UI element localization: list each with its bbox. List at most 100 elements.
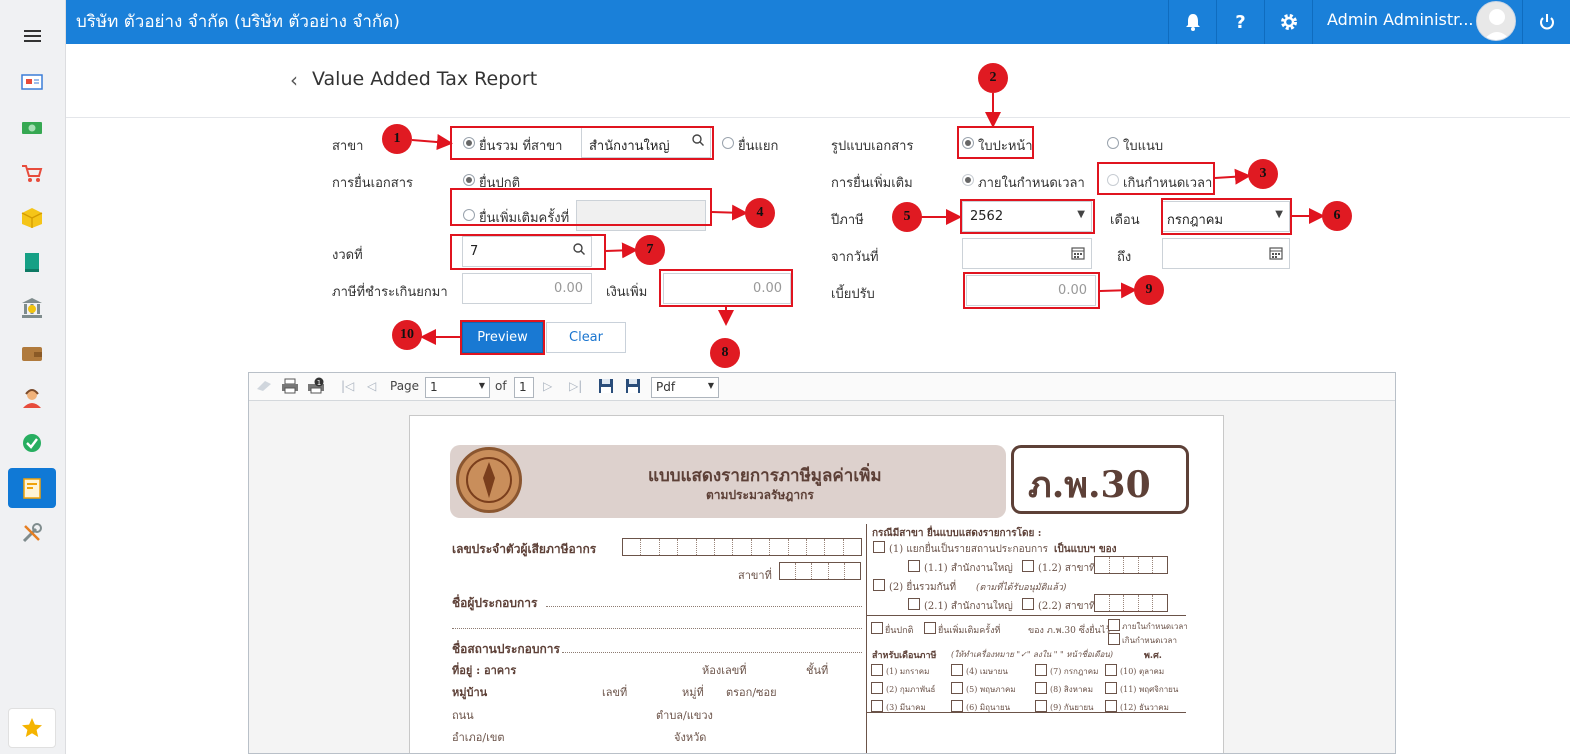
branch-case-label: กรณีมีสาขา ยื่นแบบแสดงรายการโดย : [872, 528, 1042, 539]
svg-text:1: 1 [317, 379, 321, 387]
on-time: ภายในกำหนดเวลา [1122, 622, 1188, 631]
moo-label: หมู่ที่ [682, 686, 704, 699]
column-divider [866, 524, 867, 753]
branch-boxes [1094, 556, 1168, 574]
toggle-sidebar-icon[interactable] [255, 379, 273, 396]
revenue-dept-seal [456, 447, 522, 513]
option-2-1: (2.1) สำนักงานใหญ่ [924, 601, 1013, 612]
export-format-value: Pdf [656, 380, 676, 394]
option-1b: เป็นแบบฯ ของ [1054, 544, 1117, 555]
checkbox [1108, 619, 1120, 631]
page-number-select[interactable]: 1 ▼ [425, 377, 490, 398]
section-divider [866, 615, 1186, 616]
month-checkbox [871, 700, 883, 712]
report-viewer: 1 |◁ ◁ Page 1 ▼ of 1 ▷ ▷| Pdf ▼ แบบแสดงร… [248, 372, 1396, 754]
save-icon[interactable] [598, 378, 614, 397]
tin-label: เลขประจำตัวผู้เสียภาษีอากร [452, 542, 597, 556]
branch-no-label: สาขาที่ [738, 569, 772, 582]
checkbox [1108, 633, 1120, 645]
month-option: (2) กุมภาพันธ์ [886, 685, 936, 694]
annotation-marker-6: 6 [1322, 201, 1352, 231]
total-pages-value: 1 [519, 380, 527, 394]
tin-boxes [622, 538, 862, 556]
month-option: (4) เมษายน [966, 667, 1008, 676]
month-checkbox [1105, 700, 1117, 712]
month-checkbox [951, 682, 963, 694]
month-checkbox [1105, 664, 1117, 676]
checkbox [873, 579, 885, 591]
first-page-icon[interactable]: |◁ [341, 379, 354, 393]
district-label: อำเภอ/เขต [452, 731, 505, 744]
print-icon[interactable] [281, 378, 299, 397]
export-format-select[interactable]: Pdf ▼ [651, 377, 719, 398]
form-code: ภ.พ.30 [1028, 464, 1151, 506]
option-1-2: (1.2) สาขาที่ [1038, 563, 1096, 574]
report-page-preview: แบบแสดงรายการภาษีมูลค่าเพิ่ม ตามประมวลรั… [409, 415, 1224, 753]
option-2b: (ตามที่ได้รับอนุมัติแล้ว) [976, 583, 1067, 593]
checkbox [908, 560, 920, 572]
annotation-marker-8: 8 [710, 338, 740, 368]
total-pages: 1 [514, 377, 534, 398]
road-label: ถนน [452, 709, 474, 722]
checkbox [1022, 560, 1034, 572]
month-checkbox [871, 682, 883, 694]
extra-filing: ยื่นเพิ่มเติมครั้งที่ [938, 626, 1001, 636]
checkbox [1022, 598, 1034, 610]
branch-boxes [1094, 594, 1168, 612]
checkbox [871, 622, 883, 634]
month-checkbox [951, 700, 963, 712]
operator-label: ชื่อผู้ประกอบการ [452, 596, 538, 610]
be-label: พ.ศ. [1144, 651, 1162, 661]
annotation-marker-9: 9 [1134, 275, 1164, 305]
option-2-2: (2.2) สาขาที่ [1038, 601, 1096, 612]
dotted-line [452, 628, 862, 629]
section-divider [866, 712, 1186, 713]
month-option: (1) มกราคม [886, 667, 930, 676]
mark-hint: (ให้ทำเครื่องหมาย "✓" ลงใน " " หน้าชื่อเ… [951, 650, 1113, 659]
report-heading: แบบแสดงรายการภาษีมูลค่าเพิ่ม [648, 466, 882, 486]
normal-filing: ยื่นปกติ [885, 626, 914, 636]
option-1: (1) แยกยื่นเป็นรายสถานประกอบการ [889, 544, 1048, 555]
month-option: (11) พฤศจิกายน [1120, 685, 1179, 694]
last-page-icon[interactable]: ▷| [569, 379, 582, 393]
month-option: (8) สิงหาคม [1050, 685, 1094, 694]
room-label: ห้องเลขที่ [702, 664, 747, 677]
checkbox [873, 541, 885, 553]
prev-page-icon[interactable]: ◁ [367, 379, 376, 393]
soi-label: ตรอก/ซอย [726, 686, 777, 699]
next-page-icon[interactable]: ▷ [543, 379, 552, 393]
annotation-marker-10: 10 [392, 320, 422, 350]
dotted-line [546, 606, 862, 607]
annotation-marker-3: 3 [1248, 159, 1278, 189]
annotation-marker-2: 2 [978, 63, 1008, 93]
month-checkbox [1035, 700, 1047, 712]
page-label: Page [390, 379, 420, 393]
page-number-value: 1 [430, 380, 438, 394]
annotation-marker-1: 1 [382, 124, 412, 154]
annotation-marker-5: 5 [892, 202, 922, 232]
viewer-toolbar: 1 |◁ ◁ Page 1 ▼ of 1 ▷ ▷| Pdf ▼ [249, 373, 1395, 401]
establishment-label: ชื่อสถานประกอบการ [452, 642, 560, 656]
annotation-marker-7: 7 [635, 235, 665, 265]
checkbox [908, 598, 920, 610]
dotted-line [562, 652, 862, 653]
annotation-marker-4: 4 [745, 198, 775, 228]
print-page-icon[interactable]: 1 [307, 377, 327, 398]
subdistrict-label: ตำบล/แขวง [656, 709, 713, 722]
month-option: (10) ตุลาคม [1120, 667, 1165, 676]
address-label: ที่อยู่ : อาคาร [452, 664, 517, 677]
month-option: (7) กรกฎาคม [1050, 667, 1099, 676]
floor-label: ชั้นที่ [806, 664, 829, 677]
dropdown-arrow-icon: ▼ [478, 381, 485, 390]
option-1-1: (1.1) สำนักงานใหญ่ [924, 563, 1013, 574]
month-checkbox [1035, 682, 1047, 694]
month-option: (5) พฤษภาคม [966, 685, 1016, 694]
export-save-icon[interactable] [625, 378, 641, 397]
village-label: หมู่บ้าน [452, 686, 488, 699]
checkbox [924, 622, 936, 634]
form-code-box: ภ.พ.30 [1011, 445, 1189, 514]
month-for-label: สำหรับเดือนภาษี [872, 651, 937, 661]
report-subheading: ตามประมวลรัษฎากร [706, 488, 814, 502]
option-2: (2) ยื่นรวมกันที่ [889, 582, 957, 593]
month-checkbox [871, 664, 883, 676]
